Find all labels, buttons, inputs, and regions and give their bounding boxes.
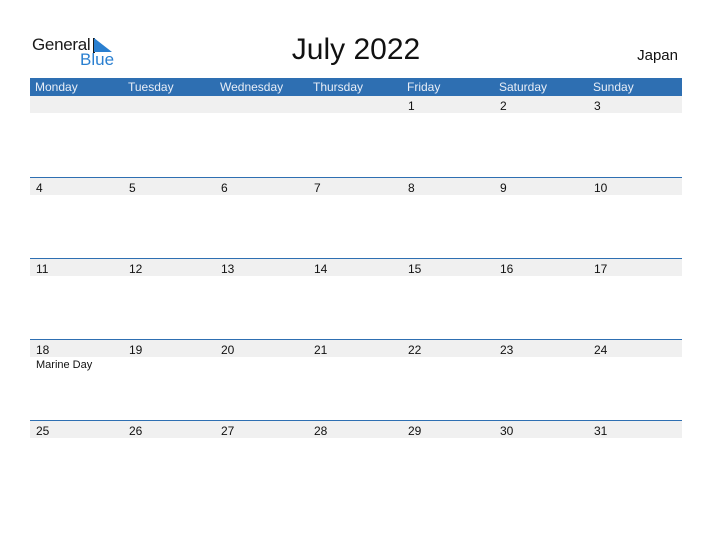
- date-band: [30, 340, 682, 357]
- date-cell[interactable]: 2: [500, 99, 507, 113]
- date-cell[interactable]: 23: [500, 343, 513, 357]
- date-cell[interactable]: 1: [408, 99, 415, 113]
- date-band: [30, 96, 682, 113]
- date-cell[interactable]: 8: [408, 181, 415, 195]
- date-cell[interactable]: 31: [594, 424, 607, 438]
- date-band: [30, 178, 682, 195]
- weekday-saturday: Saturday: [499, 80, 548, 94]
- date-cell[interactable]: 7: [314, 181, 321, 195]
- date-cell[interactable]: 15: [408, 262, 421, 276]
- date-cell[interactable]: 22: [408, 343, 421, 357]
- date-cell[interactable]: 4: [36, 181, 43, 195]
- date-cell[interactable]: 30: [500, 424, 513, 438]
- week-row: 18 Marine Day 19 20 21 22 23 24: [30, 339, 682, 420]
- date-cell[interactable]: 3: [594, 99, 601, 113]
- date-cell[interactable]: 28: [314, 424, 327, 438]
- weekday-sunday: Sunday: [593, 80, 634, 94]
- week-row: 25 26 27 28 29 30 31: [30, 420, 682, 501]
- date-cell[interactable]: 13: [221, 262, 234, 276]
- date-cell[interactable]: 18: [36, 343, 49, 357]
- date-cell[interactable]: 6: [221, 181, 228, 195]
- date-cell[interactable]: 9: [500, 181, 507, 195]
- date-cell[interactable]: 11: [36, 262, 48, 276]
- week-row: 11 12 13 14 15 16 17: [30, 258, 682, 339]
- date-cell[interactable]: 19: [129, 343, 142, 357]
- holiday-label: Marine Day: [36, 359, 93, 371]
- date-band: [30, 421, 682, 438]
- date-cell[interactable]: 12: [129, 262, 142, 276]
- date-cell[interactable]: 24: [594, 343, 607, 357]
- date-cell[interactable]: 5: [129, 181, 136, 195]
- date-cell[interactable]: 16: [500, 262, 513, 276]
- week-row: 1 2 3: [30, 96, 682, 177]
- date-cell[interactable]: 10: [594, 181, 607, 195]
- weekday-thursday: Thursday: [313, 80, 364, 94]
- date-cell[interactable]: 21: [314, 343, 327, 357]
- weekday-friday: Friday: [407, 80, 441, 94]
- date-cell[interactable]: 25: [36, 424, 49, 438]
- date-cell[interactable]: 27: [221, 424, 234, 438]
- week-row: 4 5 6 7 8 9 10: [30, 177, 682, 258]
- date-cell[interactable]: 14: [314, 262, 327, 276]
- date-cell[interactable]: 17: [594, 262, 607, 276]
- date-band: [30, 259, 682, 276]
- weekday-header: Monday Tuesday Wednesday Thursday Friday Satu…: [30, 78, 682, 96]
- date-cell[interactable]: 20: [221, 343, 234, 357]
- weekday-tuesday: Tuesday: [128, 80, 174, 94]
- weekday-wednesday: Wednesday: [220, 80, 284, 94]
- country-label: Japan: [637, 47, 678, 64]
- calendar-title: July 2022: [291, 33, 421, 66]
- date-cell[interactable]: 26: [129, 424, 142, 438]
- date-cell[interactable]: 29: [408, 424, 421, 438]
- weekday-monday: Monday: [35, 80, 78, 94]
